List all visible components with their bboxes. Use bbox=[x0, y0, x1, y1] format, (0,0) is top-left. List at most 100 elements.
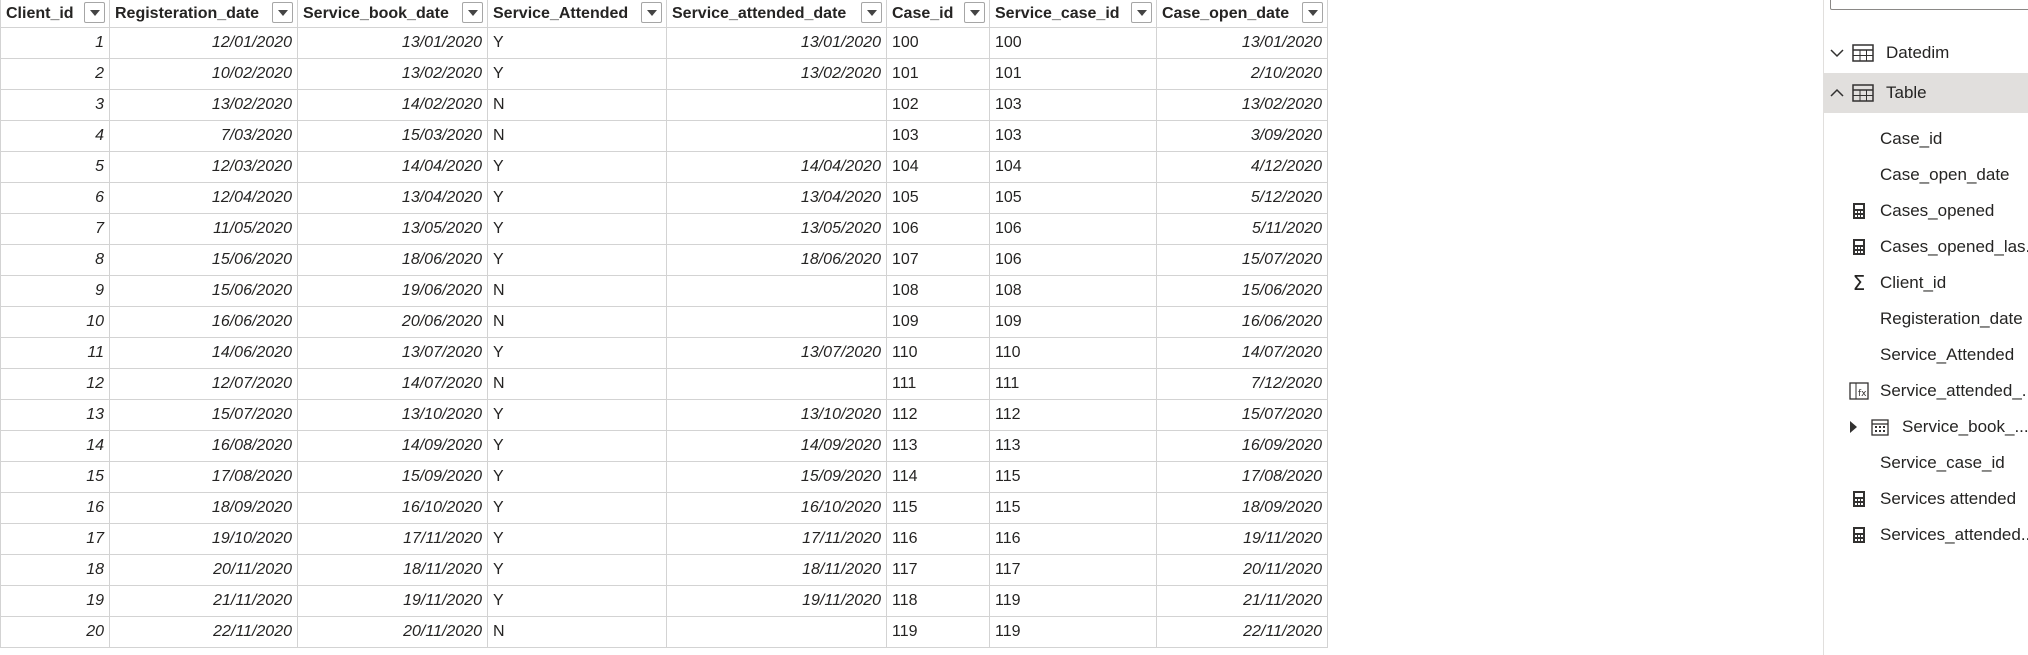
table-cell[interactable] bbox=[666, 616, 887, 648]
table-cell[interactable]: 109 bbox=[989, 306, 1157, 338]
table-cell[interactable]: 14/09/2020 bbox=[297, 430, 488, 462]
table-cell[interactable]: Y bbox=[487, 523, 667, 555]
table-cell[interactable]: 18 bbox=[0, 554, 110, 586]
table-cell[interactable]: Y bbox=[487, 399, 667, 431]
table-cell[interactable]: 16/06/2020 bbox=[1156, 306, 1328, 338]
field-item[interactable]: Service_Attended bbox=[1824, 337, 2028, 373]
table-cell[interactable]: 13/02/2020 bbox=[297, 58, 488, 90]
table-cell[interactable]: 19/06/2020 bbox=[297, 275, 488, 307]
table-cell[interactable]: 14/07/2020 bbox=[297, 368, 488, 400]
table-cell[interactable]: 5 bbox=[0, 151, 110, 183]
table-cell[interactable]: 20/11/2020 bbox=[109, 554, 298, 586]
table-cell[interactable]: 19 bbox=[0, 585, 110, 617]
table-cell[interactable]: 16/10/2020 bbox=[297, 492, 488, 524]
field-item[interactable]: Registeration_date bbox=[1824, 301, 2028, 337]
table-cell[interactable]: N bbox=[487, 120, 667, 152]
field-item[interactable]: Σ Client_id bbox=[1824, 265, 2028, 301]
table-cell[interactable]: 9 bbox=[0, 275, 110, 307]
column-header-service-case-id[interactable]: Service_case_id bbox=[989, 0, 1157, 28]
fields-search-box[interactable] bbox=[1830, 0, 2028, 10]
table-cell[interactable]: 6 bbox=[0, 182, 110, 214]
filter-dropdown-icon[interactable] bbox=[272, 2, 293, 23]
column-header-case-open-date[interactable]: Case_open_date bbox=[1156, 0, 1328, 28]
table-cell[interactable]: 14/04/2020 bbox=[297, 151, 488, 183]
chevron-up-icon[interactable] bbox=[1824, 85, 1850, 101]
table-cell[interactable]: 16/06/2020 bbox=[109, 306, 298, 338]
table-cell[interactable]: 19/11/2020 bbox=[1156, 523, 1328, 555]
table-cell[interactable]: 13/01/2020 bbox=[297, 27, 488, 59]
table-cell[interactable]: 2/10/2020 bbox=[1156, 58, 1328, 90]
table-cell[interactable]: 100 bbox=[989, 27, 1157, 59]
table-cell[interactable]: 15/07/2020 bbox=[109, 399, 298, 431]
table-cell[interactable]: 13/05/2020 bbox=[297, 213, 488, 245]
table-cell[interactable] bbox=[666, 89, 887, 121]
table-cell[interactable]: 14/06/2020 bbox=[109, 337, 298, 369]
table-cell[interactable]: 13/02/2020 bbox=[666, 58, 887, 90]
table-cell[interactable]: 15/03/2020 bbox=[297, 120, 488, 152]
table-cell[interactable]: 10/02/2020 bbox=[109, 58, 298, 90]
table-cell[interactable]: Y bbox=[487, 492, 667, 524]
table-cell[interactable]: 20/11/2020 bbox=[1156, 554, 1328, 586]
filter-dropdown-icon[interactable] bbox=[462, 2, 483, 23]
table-cell[interactable]: 15/06/2020 bbox=[109, 275, 298, 307]
table-cell[interactable]: 111 bbox=[989, 368, 1157, 400]
table-cell[interactable]: 107 bbox=[886, 244, 990, 276]
column-header-registeration-date[interactable]: Registeration_date bbox=[109, 0, 298, 28]
table-cell[interactable]: 119 bbox=[989, 616, 1157, 648]
table-cell[interactable]: Y bbox=[487, 182, 667, 214]
table-cell[interactable]: Y bbox=[487, 585, 667, 617]
table-cell[interactable]: 3/09/2020 bbox=[1156, 120, 1328, 152]
field-item[interactable]: Cases_opened bbox=[1824, 193, 2028, 229]
table-cell[interactable]: 115 bbox=[989, 461, 1157, 493]
table-cell[interactable]: 17/08/2020 bbox=[109, 461, 298, 493]
table-cell[interactable] bbox=[666, 306, 887, 338]
table-cell[interactable]: 18/06/2020 bbox=[297, 244, 488, 276]
chevron-down-icon[interactable] bbox=[1824, 45, 1850, 61]
table-cell[interactable]: 16/08/2020 bbox=[109, 430, 298, 462]
table-cell[interactable]: 12/03/2020 bbox=[109, 151, 298, 183]
table-cell[interactable]: 4/12/2020 bbox=[1156, 151, 1328, 183]
table-cell[interactable]: 110 bbox=[886, 337, 990, 369]
table-cell[interactable]: 13/04/2020 bbox=[297, 182, 488, 214]
filter-dropdown-icon[interactable] bbox=[964, 2, 985, 23]
table-cell[interactable]: 10 bbox=[0, 306, 110, 338]
table-cell[interactable]: 114 bbox=[886, 461, 990, 493]
field-item[interactable]: Case_open_date bbox=[1824, 157, 2028, 193]
table-cell[interactable]: 13/01/2020 bbox=[1156, 27, 1328, 59]
table-cell[interactable]: Y bbox=[487, 554, 667, 586]
table-cell[interactable]: 116 bbox=[989, 523, 1157, 555]
table-cell[interactable]: 116 bbox=[886, 523, 990, 555]
table-cell[interactable]: 8 bbox=[0, 244, 110, 276]
table-cell[interactable]: 13/01/2020 bbox=[666, 27, 887, 59]
table-cell[interactable]: 106 bbox=[886, 213, 990, 245]
table-cell[interactable]: 2 bbox=[0, 58, 110, 90]
table-cell[interactable]: 7/03/2020 bbox=[109, 120, 298, 152]
field-item[interactable]: Service_book_... bbox=[1824, 409, 2028, 445]
table-cell[interactable]: Y bbox=[487, 244, 667, 276]
table-cell[interactable]: 15/07/2020 bbox=[1156, 244, 1328, 276]
table-cell[interactable]: 112 bbox=[886, 399, 990, 431]
table-cell[interactable]: 13/07/2020 bbox=[666, 337, 887, 369]
table-cell[interactable]: 108 bbox=[886, 275, 990, 307]
table-cell[interactable]: 18/11/2020 bbox=[666, 554, 887, 586]
table-cell[interactable]: 102 bbox=[886, 89, 990, 121]
table-cell[interactable]: Y bbox=[487, 151, 667, 183]
table-cell[interactable]: 5/11/2020 bbox=[1156, 213, 1328, 245]
table-cell[interactable]: 21/11/2020 bbox=[1156, 585, 1328, 617]
table-cell[interactable]: 7/12/2020 bbox=[1156, 368, 1328, 400]
filter-dropdown-icon[interactable] bbox=[861, 2, 882, 23]
table-cell[interactable]: 19/10/2020 bbox=[109, 523, 298, 555]
table-cell[interactable]: 18/09/2020 bbox=[1156, 492, 1328, 524]
field-item[interactable]: Service_case_id bbox=[1824, 445, 2028, 481]
table-cell[interactable]: 22/11/2020 bbox=[1156, 616, 1328, 648]
table-cell[interactable]: 13/05/2020 bbox=[666, 213, 887, 245]
table-cell[interactable]: 113 bbox=[989, 430, 1157, 462]
field-item[interactable]: Cases_opened_las... bbox=[1824, 229, 2028, 265]
table-cell[interactable]: 115 bbox=[989, 492, 1157, 524]
table-cell[interactable]: 17/08/2020 bbox=[1156, 461, 1328, 493]
table-cell[interactable]: 4 bbox=[0, 120, 110, 152]
table-cell[interactable]: 22/11/2020 bbox=[109, 616, 298, 648]
table-cell[interactable]: N bbox=[487, 89, 667, 121]
table-cell[interactable]: 19/11/2020 bbox=[666, 585, 887, 617]
table-cell[interactable]: 15/07/2020 bbox=[1156, 399, 1328, 431]
